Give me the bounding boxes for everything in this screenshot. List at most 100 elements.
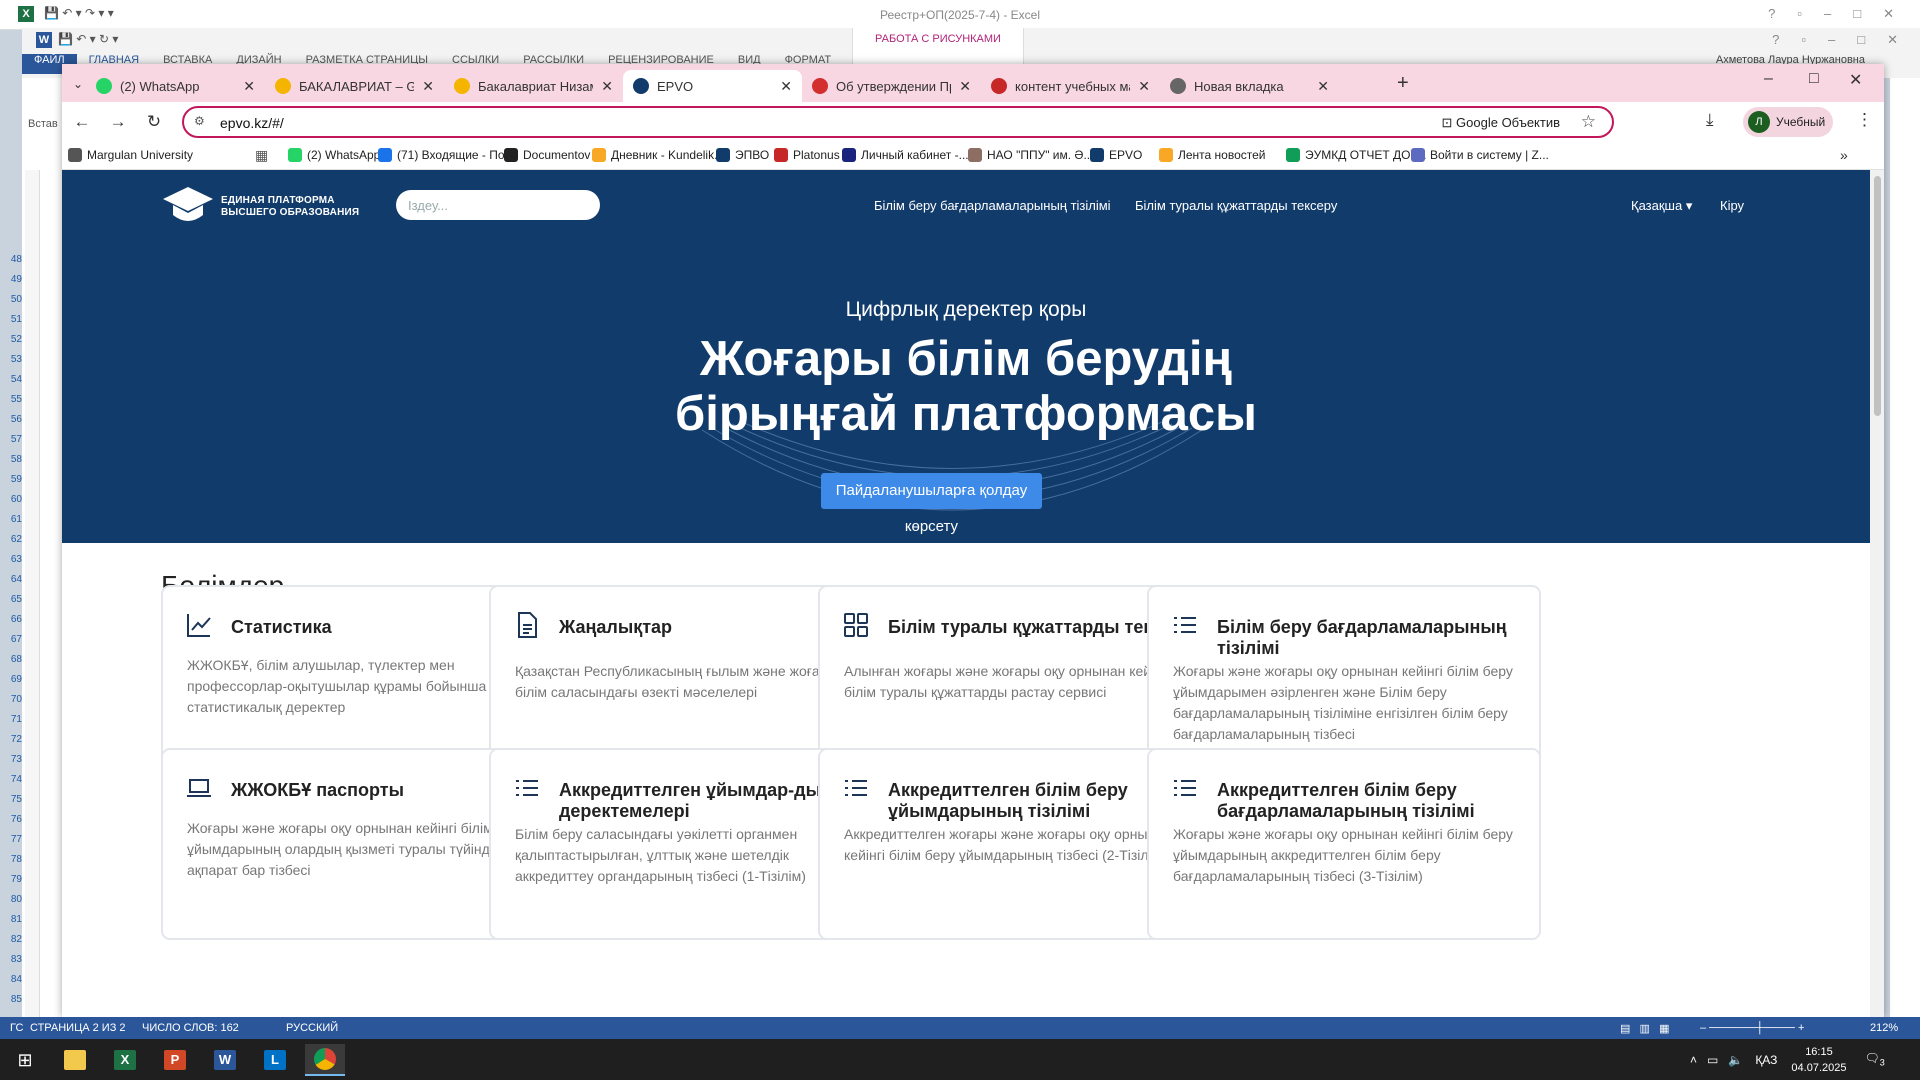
language-selector[interactable]: Қазақша ▾ xyxy=(1631,198,1692,214)
chart-line-icon xyxy=(185,611,213,639)
close-tab-icon[interactable]: ✕ xyxy=(780,78,792,95)
word-icon[interactable]: W xyxy=(205,1044,245,1076)
address-bar[interactable]: ⚙ epvo.kz/#/ ⊡ Google Объектив ☆ xyxy=(182,106,1614,138)
status-page[interactable]: СТРАНИЦА 2 ИЗ 2 xyxy=(30,1022,126,1034)
downloads-icon[interactable]: ⤓ xyxy=(1706,110,1714,130)
bookmark-item[interactable]: Дневник - Kundelik... xyxy=(592,148,724,162)
row-number: 62 xyxy=(10,534,22,545)
bookmark-item[interactable]: (71) Входящие - По... xyxy=(378,148,515,162)
tab-label: Об утверждении Правил раз xyxy=(836,78,951,94)
page-viewport: ЕДИНАЯ ПЛАТФОРМА ВЫСШЕГО ОБРАЗОВАНИЯ Ізд… xyxy=(62,170,1870,1017)
close-tab-icon[interactable]: ✕ xyxy=(243,78,255,95)
file-explorer-icon[interactable] xyxy=(55,1044,95,1076)
close-tab-icon[interactable]: ✕ xyxy=(1138,78,1150,95)
logo-line-1: ЕДИНАЯ ПЛАТФОРМА xyxy=(221,195,335,206)
bookmark-favicon-icon xyxy=(716,148,730,162)
bookmark-item[interactable]: ЭПВО xyxy=(716,148,769,162)
apps-grid-icon[interactable]: ▦ xyxy=(255,147,268,164)
tab-1[interactable]: БАКАЛАВРИАТ – Google Диск ✕ xyxy=(265,70,444,102)
clock[interactable]: 16:15 04.07.2025 xyxy=(1791,1044,1846,1076)
bookmark-item[interactable]: ЭУМКД ОТЧЕТ ДОТ... xyxy=(1286,148,1427,162)
logo-line-2: ВЫСШЕГО ОБРАЗОВАНИЯ xyxy=(221,207,360,218)
close-tab-icon[interactable]: ✕ xyxy=(1317,78,1329,95)
word-window-controls[interactable]: ?▫–□✕ xyxy=(1772,32,1920,48)
back-button[interactable]: ← xyxy=(70,110,94,134)
site-logo[interactable]: ЕДИНАЯ ПЛАТФОРМА ВЫСШЕГО ОБРАЗОВАНИЯ xyxy=(161,185,359,229)
maximize-button[interactable]: □ xyxy=(1809,70,1819,88)
excel-window-controls[interactable]: ?▫–□✕ xyxy=(1768,6,1916,22)
tab-5[interactable]: контент учебных материало ✕ xyxy=(981,70,1160,102)
tab-3[interactable]: EPVO ✕ xyxy=(623,70,802,102)
bookmark-item[interactable]: Войти в систему | Z... xyxy=(1411,148,1549,162)
reload-button[interactable]: ↻ xyxy=(142,110,166,134)
site-search-input[interactable]: Іздеу... xyxy=(396,190,600,220)
bookmark-item[interactable]: EPVO xyxy=(1090,148,1142,162)
network-icon[interactable]: ▭ xyxy=(1707,1053,1718,1067)
windows-start-icon[interactable]: ⊞ xyxy=(5,1044,45,1076)
minimize-button[interactable]: – xyxy=(1764,70,1773,88)
bookmark-star-icon[interactable]: ☆ xyxy=(1581,112,1596,132)
tab-search-button[interactable]: ⌄ xyxy=(68,74,88,94)
tab-4[interactable]: Об утверждении Правил раз ✕ xyxy=(802,70,981,102)
status-language[interactable]: РУССКИЙ xyxy=(286,1022,338,1034)
taskbar-app-label: P xyxy=(164,1050,186,1070)
scrollbar-thumb[interactable] xyxy=(1874,176,1881,416)
tab-strip: ⌄ (2) WhatsApp✕БАКАЛАВРИАТ – Google Диск… xyxy=(62,64,1884,102)
google-lens-button[interactable]: ⊡ Google Объектив xyxy=(1442,115,1560,131)
bookmarks-bar: Margulan University (2) WhatsApp (71) Вход… xyxy=(62,142,1884,170)
bookmark-item[interactable]: (2) WhatsApp xyxy=(288,148,380,162)
tab-6[interactable]: Новая вкладка ✕ xyxy=(1160,70,1339,102)
row-number: 79 xyxy=(10,874,22,885)
powerpoint-icon[interactable]: P xyxy=(155,1044,195,1076)
new-tab-button[interactable]: + xyxy=(1397,72,1409,95)
ai-icon xyxy=(991,78,1007,94)
page-scrollbar[interactable] xyxy=(1870,170,1884,1017)
paste-label[interactable]: Встав xyxy=(28,118,58,130)
vertical-ruler xyxy=(25,170,40,1020)
bookmark-item[interactable]: НАО "ППУ" им. Ә... xyxy=(968,148,1093,162)
profile-button[interactable]: Л Учебный xyxy=(1743,107,1833,137)
nav-programs-registry[interactable]: Білім беру бағдарламаларының тізілімі xyxy=(874,198,1111,213)
tab-0[interactable]: (2) WhatsApp ✕ xyxy=(86,70,265,102)
notifications-icon[interactable]: 🗨3 xyxy=(1864,1051,1884,1067)
lens-label: Google Объектив xyxy=(1456,115,1560,130)
chrome-icon[interactable] xyxy=(305,1044,345,1076)
status-zoom[interactable]: 212% xyxy=(1870,1022,1898,1034)
more-bookmarks-icon[interactable]: » xyxy=(1840,147,1848,163)
row-number: 52 xyxy=(10,334,22,345)
support-button[interactable]: Пайдаланушыларға қолдау көрсету xyxy=(821,473,1042,535)
close-tab-icon[interactable]: ✕ xyxy=(601,78,613,95)
site-info-icon[interactable]: ⚙ xyxy=(194,114,205,128)
bookmark-favicon-icon xyxy=(968,148,982,162)
nav-document-check[interactable]: Білім туралы құжаттарды тексеру xyxy=(1135,198,1337,213)
status-words[interactable]: ЧИСЛО СЛОВ: 162 xyxy=(142,1022,239,1034)
close-tab-icon[interactable]: ✕ xyxy=(422,78,434,95)
lync-icon[interactable]: L xyxy=(255,1044,295,1076)
tray-arrow-icon[interactable]: ˄ xyxy=(1690,1053,1697,1067)
section-card[interactable]: Аккредиттелген білім беру бағдарламалары… xyxy=(1147,748,1541,940)
close-window-button[interactable]: ✕ xyxy=(1849,70,1862,90)
card-description: Жоғары және жоғары оқу орнынан кейінгі б… xyxy=(1173,663,1513,742)
login-link[interactable]: Кіру xyxy=(1720,198,1744,213)
bookmark-item[interactable]: Platonus xyxy=(774,148,840,162)
bookmark-item[interactable]: Лента новостей xyxy=(1159,148,1266,162)
excel-icon[interactable]: X xyxy=(105,1044,145,1076)
forward-button[interactable]: → xyxy=(106,110,130,134)
close-tab-icon[interactable]: ✕ xyxy=(959,78,971,95)
menu-icon[interactable]: ⋮ xyxy=(1856,110,1873,130)
laptop-icon xyxy=(185,774,213,802)
hero-title-line-1: Жоғары білім берудің xyxy=(699,332,1233,386)
document-icon xyxy=(513,611,541,639)
volume-icon[interactable]: 🔈 xyxy=(1728,1053,1743,1067)
row-number: 57 xyxy=(10,434,22,445)
bookmark-item[interactable]: Documentov xyxy=(504,148,590,162)
url-text[interactable]: epvo.kz/#/ xyxy=(220,115,284,131)
tab-2[interactable]: Бакалавриат Низами 6В016 ✕ xyxy=(444,70,623,102)
view-buttons[interactable]: ▤ ▥ ▦ xyxy=(1620,1022,1670,1035)
bookmark-item[interactable]: Личный кабинет -... xyxy=(842,148,969,162)
row-number: 72 xyxy=(10,734,22,745)
input-language[interactable]: ҚАЗ xyxy=(1755,1053,1777,1067)
zoom-slider[interactable]: – ──────┼──── + xyxy=(1700,1022,1804,1034)
list-icon xyxy=(1171,774,1199,802)
bookmark-item[interactable]: Margulan University xyxy=(68,148,193,162)
